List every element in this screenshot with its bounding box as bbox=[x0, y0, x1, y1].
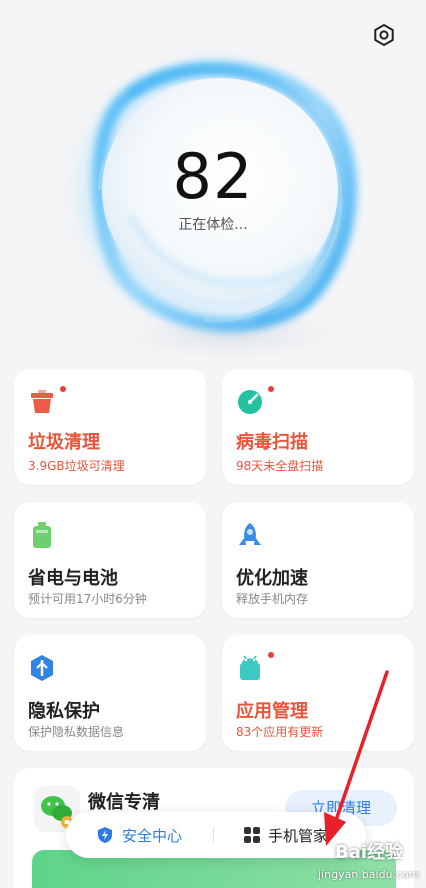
privacy-card[interactable]: 隐私保护 保护隐私数据信息 bbox=[14, 635, 206, 751]
card-title: 优化加速 bbox=[236, 568, 308, 589]
card-title: 垃圾清理 bbox=[28, 432, 100, 453]
checkup-status: 正在体检... bbox=[178, 217, 248, 233]
watermark-url: jingyan.baidu.com bbox=[318, 868, 420, 881]
tab-phone-manager[interactable]: 手机管家 bbox=[244, 812, 328, 858]
card-subtitle: 释放手机内存 bbox=[236, 592, 309, 606]
alert-dot bbox=[268, 386, 274, 392]
card-title: 应用管理 bbox=[236, 701, 308, 722]
card-title: 省电与电池 bbox=[28, 568, 118, 589]
alert-dot bbox=[60, 386, 66, 392]
trash-icon bbox=[31, 390, 53, 413]
app-management-card[interactable]: 应用管理 83个应用有更新 bbox=[222, 635, 414, 751]
health-score: 82 bbox=[172, 140, 254, 213]
card-subtitle: 保护隐私数据信息 bbox=[28, 725, 125, 739]
bottom-nav: 安全中心 手机管家 bbox=[66, 812, 366, 858]
card-subtitle: 83个应用有更新 bbox=[236, 725, 324, 739]
card-subtitle: 3.9GB垃圾可清理 bbox=[28, 459, 125, 473]
card-title: 病毒扫描 bbox=[236, 432, 308, 453]
junk-cleanup-card[interactable]: 垃圾清理 3.9GB垃圾可清理 bbox=[14, 369, 206, 485]
watermark-brand: Bai经验 bbox=[335, 842, 404, 863]
grid-icon bbox=[244, 827, 260, 843]
android-app-icon bbox=[240, 655, 260, 680]
tab-label: 安全中心 bbox=[122, 826, 183, 845]
settings-button[interactable] bbox=[370, 21, 398, 49]
card-title: 隐私保护 bbox=[28, 701, 100, 722]
tab-label: 手机管家 bbox=[268, 826, 329, 845]
privacy-shield-icon bbox=[31, 655, 53, 681]
virus-scan-card[interactable]: 病毒扫描 98天未全盘扫描 bbox=[222, 369, 414, 485]
alert-dot bbox=[268, 652, 274, 658]
tab-divider bbox=[213, 828, 214, 842]
battery-icon bbox=[33, 522, 51, 548]
battery-card[interactable]: 省电与电池 预计可用17小时6分钟 bbox=[14, 502, 206, 618]
card-subtitle: 预计可用17小时6分钟 bbox=[28, 592, 147, 606]
wechat-title: 微信专清 bbox=[88, 792, 160, 813]
virus-scan-icon bbox=[238, 390, 262, 414]
gear-icon bbox=[374, 24, 394, 46]
tab-security-center[interactable]: 安全中心 bbox=[96, 812, 182, 858]
rocket-icon bbox=[239, 523, 261, 545]
optimize-speed-card[interactable]: 优化加速 释放手机内存 bbox=[222, 502, 414, 618]
shield-icon bbox=[98, 827, 112, 843]
card-subtitle: 98天未全盘扫描 bbox=[236, 459, 324, 473]
